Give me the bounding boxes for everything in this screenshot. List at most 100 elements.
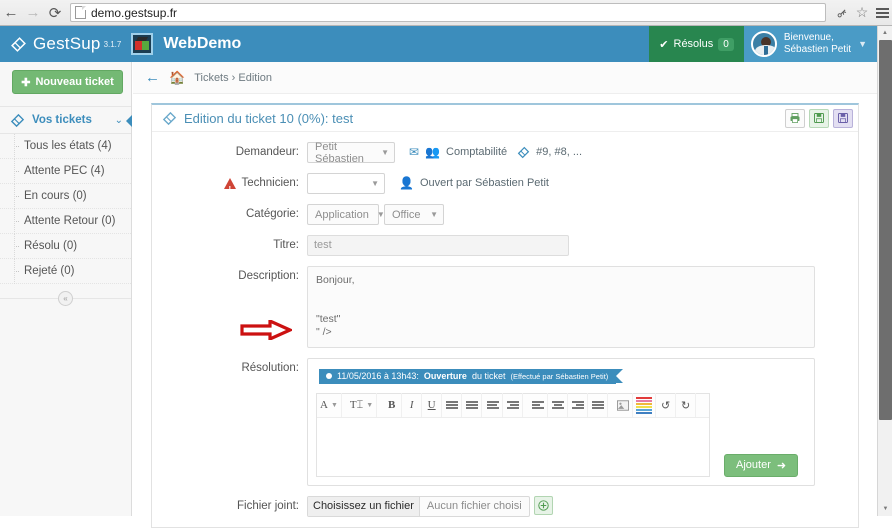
event-dot-icon: [326, 373, 332, 379]
align-right-icon[interactable]: [568, 393, 589, 417]
red-pointer-arrow: [240, 320, 292, 340]
form-row-resolution: Résolution: 11/05/2016 à 13h43: Ouvertur…: [152, 358, 858, 486]
group-value: Comptabilité: [446, 146, 508, 158]
bold-icon[interactable]: B: [382, 393, 403, 417]
chevron-down-icon: ▼: [430, 210, 438, 219]
resolved-tickets-button[interactable]: ✔ Résolus 0: [649, 26, 744, 62]
sidebar-item-en-cours[interactable]: En cours (0): [0, 184, 131, 209]
technicien-select[interactable]: ▼: [307, 173, 385, 194]
add-resolution-button[interactable]: Ajouter ➜: [724, 453, 799, 477]
user-menu[interactable]: Bienvenue, Sébastien Petit ▼: [743, 26, 877, 62]
resolution-panel: 11/05/2016 à 13h43: Ouverture du ticket …: [307, 358, 815, 486]
save-floppy-icon: [814, 113, 824, 123]
undo-icon[interactable]: ↺: [656, 393, 677, 417]
font-color-icon[interactable]: A ▼: [317, 393, 342, 417]
scroll-up-arrow-icon[interactable]: ▲: [878, 26, 892, 40]
color-palette-icon[interactable]: [633, 393, 657, 417]
sidebar-collapse-row: «: [0, 291, 131, 306]
sidebar-item-attente-pec[interactable]: Attente PEC (4): [0, 159, 131, 184]
sidebar-item-tous-les-etats[interactable]: Tous les états (4): [0, 134, 131, 159]
event-date: 11/05/2016 à 13h43:: [337, 371, 419, 381]
underline-icon[interactable]: U: [422, 393, 443, 417]
souscategorie-select[interactable]: Office ▼: [384, 204, 444, 225]
categorie-select[interactable]: Application ▼: [307, 204, 385, 225]
sidebar-item-label: En cours (0): [24, 190, 87, 202]
form-row-demandeur: Demandeur: Petit Sébastien ▼ ✉ 👥 Comptab…: [152, 141, 858, 165]
editor-content-area[interactable]: [317, 417, 709, 466]
demandeur-select[interactable]: Petit Sébastien ▼: [307, 141, 395, 165]
ticket-tag-icon: [11, 36, 26, 52]
upload-plus-icon: [537, 499, 549, 511]
ticket-tag-icon: [10, 113, 25, 127]
browser-toolbar: ← → ⟳ demo.gestsup.fr ⚷ ☆: [0, 0, 892, 26]
sidebar-item-resolu[interactable]: Résolu (0): [0, 234, 131, 259]
event-author: (Effectué par Sébastien Petit): [510, 371, 609, 381]
choose-file-button[interactable]: Choisissez un fichier: [308, 496, 420, 516]
webdemo-cube-logo: [131, 33, 154, 55]
ticket-icon: [517, 146, 530, 159]
sidebar-collapse-button[interactable]: «: [58, 291, 73, 306]
chevron-down-icon: ▼: [371, 179, 379, 188]
new-ticket-label: Nouveau ticket: [35, 76, 114, 88]
sidebar-item-attente-retour[interactable]: Attente Retour (0): [0, 209, 131, 234]
align-left-icon[interactable]: [528, 393, 549, 417]
resolved-label: Résolus: [673, 38, 714, 50]
arrow-right-icon: ➜: [776, 459, 787, 472]
event-action: Ouverture: [423, 371, 467, 381]
wysiwyg-editor: A ▼ T⌶ ▼ B I U ↺ ↻: [316, 392, 710, 477]
printer-icon: [790, 113, 800, 123]
sidebar-section-your-tickets[interactable]: Vos tickets ⌄: [0, 106, 132, 134]
save-as-button[interactable]: [833, 108, 853, 128]
align-center-icon[interactable]: [548, 393, 569, 417]
scrollbar-thumb[interactable]: [879, 40, 892, 420]
upload-file-button[interactable]: [533, 495, 553, 515]
check-circle-icon: ✔: [659, 38, 669, 51]
ordered-list-icon[interactable]: [462, 393, 483, 417]
titre-input[interactable]: test: [307, 235, 569, 256]
home-icon[interactable]: 🏠: [169, 70, 185, 86]
indent-icon[interactable]: [503, 393, 524, 417]
font-size-icon[interactable]: T⌶ ▼: [347, 393, 378, 417]
italic-icon[interactable]: I: [402, 393, 423, 417]
description-label: Description:: [238, 270, 299, 282]
align-justify-icon[interactable]: [588, 393, 609, 417]
panel-header: Edition du ticket 10 (0%): test: [152, 105, 858, 132]
demandeur-extra-info: ✉ 👥 Comptabilité #9, #8, ...: [409, 142, 582, 163]
active-section-marker: [126, 115, 132, 127]
technicien-label: Technicien:: [152, 173, 307, 200]
resolved-count-badge: 0: [718, 37, 734, 51]
ticket-tag-icon: [162, 111, 177, 125]
redo-icon[interactable]: ↻: [676, 393, 697, 417]
new-ticket-button[interactable]: ✚ Nouveau ticket: [12, 70, 123, 94]
page-title: Edition du ticket 10 (0%): test: [162, 111, 781, 126]
scroll-down-arrow-icon[interactable]: ▼: [878, 502, 892, 516]
browser-reload-button[interactable]: ⟳: [44, 2, 66, 24]
page-scrollbar[interactable]: ▲ ▼: [877, 26, 892, 516]
file-input[interactable]: Choisissez un fichier Aucun fichier choi…: [307, 495, 530, 517]
fichier-label: Fichier joint:: [237, 499, 299, 512]
brand-logo[interactable]: GestSup 3.1.7: [0, 34, 121, 54]
save-as-floppy-icon: [838, 113, 848, 123]
unordered-list-icon[interactable]: [442, 393, 463, 417]
file-selected-name: Aucun fichier choisi: [426, 500, 522, 512]
technicien-label-text: Technicien:: [241, 177, 299, 189]
insert-image-icon[interactable]: [613, 393, 634, 417]
related-tickets[interactable]: #9, #8, ...: [536, 142, 582, 163]
browser-back-button[interactable]: ←: [0, 2, 22, 24]
divider: [73, 298, 131, 299]
app-title: WebDemo: [163, 35, 242, 52]
address-bar[interactable]: demo.gestsup.fr: [70, 3, 826, 22]
sidebar-item-label: Attente PEC (4): [24, 165, 105, 177]
sidebar-item-rejete[interactable]: Rejeté (0): [0, 259, 131, 284]
sidebar: ✚ Nouveau ticket Vos tickets ⌄ Tous les …: [0, 62, 132, 516]
souscategorie-value: Office: [392, 208, 421, 221]
user-greeting: Bienvenue, Sébastien Petit: [784, 32, 851, 56]
back-arrow-icon[interactable]: ←: [145, 69, 160, 86]
envelope-icon[interactable]: ✉: [409, 142, 419, 163]
print-button[interactable]: [785, 108, 805, 128]
save-button[interactable]: [809, 108, 829, 128]
description-textarea[interactable]: Bonjour, "test" " />: [307, 266, 815, 348]
browser-forward-button[interactable]: →: [22, 2, 44, 24]
hamburger-menu-icon[interactable]: [872, 2, 892, 24]
outdent-icon[interactable]: [482, 393, 504, 417]
